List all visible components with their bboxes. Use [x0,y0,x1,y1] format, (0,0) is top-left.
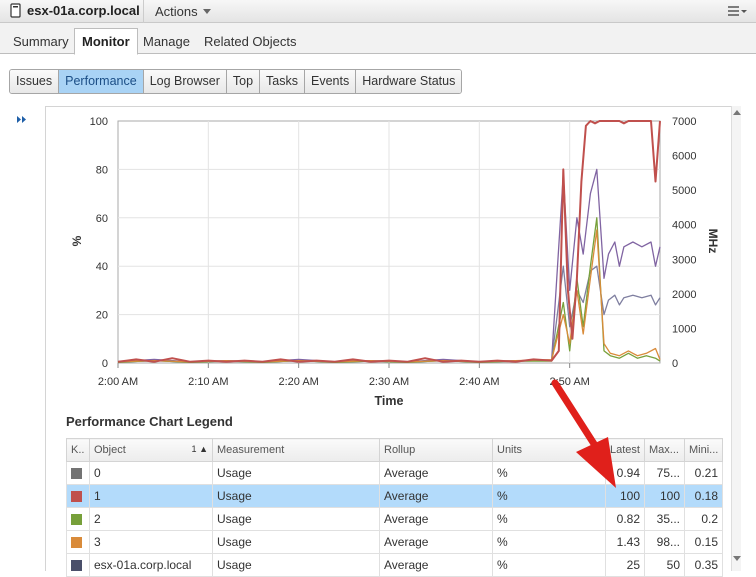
y-right-axis-label: MHz [706,229,720,254]
cell-max: 75... [644,461,685,485]
cell-latest: 25 [605,553,645,577]
y-right-tick-label: 7000 [672,116,696,128]
legend-row[interactable]: 2 Usage Average % 0.82 35... 0.2 [66,507,723,531]
y-axis-label: % [70,235,84,246]
cell-object: esx-01a.corp.local [89,553,213,577]
legend-header-row: K.. Object 1 ▲ Measurement Rollup Units L… [66,438,723,462]
color-swatch [71,537,82,549]
col-key[interactable]: K.. [66,438,90,462]
cell-latest: 0.94 [605,461,645,485]
cell-measurement: Usage [212,461,380,485]
legend-key [66,553,90,577]
col-min[interactable]: Mini... [684,438,723,462]
y-right-tick-label: 2000 [672,289,696,301]
sort-order: 1 [191,444,197,454]
cell-rollup: Average [379,461,493,485]
cell-min: 0.15 [684,530,723,554]
cell-min: 0.2 [684,507,723,531]
cell-rollup: Average [379,553,493,577]
cell-max: 100 [644,484,685,508]
cell-units: % [492,553,606,577]
y-tick-label: 20 [96,310,108,322]
cell-object: 2 [89,507,213,531]
legend-row[interactable]: 0 Usage Average % 0.94 75... 0.21 [66,461,723,485]
y-right-tick-label: 6000 [672,151,696,163]
cell-units: % [492,461,606,485]
cell-rollup: Average [379,530,493,554]
col-object[interactable]: Object 1 ▲ [89,438,213,462]
y-right-tick-label: 1000 [672,323,696,335]
sort-asc-icon: ▲ [199,444,208,454]
x-tick-label: 2:40 AM [459,376,499,388]
legend-row[interactable]: 3 Usage Average % 1.43 98... 0.15 [66,530,723,554]
cell-measurement: Usage [212,507,380,531]
x-axis-label: Time [375,394,404,408]
color-swatch [71,491,82,503]
cell-max: 98... [644,530,685,554]
y-tick-label: 0 [102,358,108,370]
y-right-tick-label: 5000 [672,185,696,197]
col-measurement[interactable]: Measurement [212,438,380,462]
x-tick-label: 2:00 AM [98,376,138,388]
col-units[interactable]: Units [492,438,606,462]
legend-row-selected[interactable]: 1 Usage Average % 100 100 0.18 [66,484,723,508]
color-swatch [71,560,82,572]
legend-title: Performance Chart Legend [66,414,233,429]
y-tick-label: 80 [96,164,108,176]
color-swatch [71,514,82,526]
x-tick-label: 2:20 AM [278,376,318,388]
y-right-tick-label: 0 [672,358,678,370]
cell-latest: 0.82 [605,507,645,531]
cell-measurement: Usage [212,553,380,577]
cell-max: 50 [644,553,685,577]
cell-latest: 1.43 [605,530,645,554]
legend-row[interactable]: esx-01a.corp.local Usage Average % 25 50… [66,553,723,577]
legend-key [66,507,90,531]
cell-max: 35... [644,507,685,531]
col-latest[interactable]: Latest [605,438,645,462]
cell-units: % [492,484,606,508]
cell-rollup: Average [379,484,493,508]
cell-measurement: Usage [212,484,380,508]
legend-table: K.. Object 1 ▲ Measurement Rollup Units L… [66,438,723,577]
cell-object: 0 [89,461,213,485]
col-object-label: Object [94,444,126,456]
legend-key [66,461,90,485]
x-tick-label: 2:50 AM [549,376,589,388]
cell-object: 3 [89,530,213,554]
col-rollup[interactable]: Rollup [379,438,493,462]
cell-latest: 100 [605,484,645,508]
y-tick-label: 60 [96,213,108,225]
cell-units: % [492,507,606,531]
color-swatch [71,468,82,480]
y-right-tick-label: 4000 [672,220,696,232]
legend-key [66,530,90,554]
legend-key [66,484,90,508]
cell-measurement: Usage [212,530,380,554]
cell-object: 1 [89,484,213,508]
y-tick-label: 100 [90,116,108,128]
cell-min: 0.21 [684,461,723,485]
x-tick-label: 2:30 AM [369,376,409,388]
y-right-tick-label: 3000 [672,254,696,266]
cell-rollup: Average [379,507,493,531]
y-tick-label: 40 [96,261,108,273]
cell-min: 0.18 [684,484,723,508]
col-max[interactable]: Max... [644,438,685,462]
cell-min: 0.35 [684,553,723,577]
cell-units: % [492,530,606,554]
x-tick-label: 2:10 AM [188,376,228,388]
